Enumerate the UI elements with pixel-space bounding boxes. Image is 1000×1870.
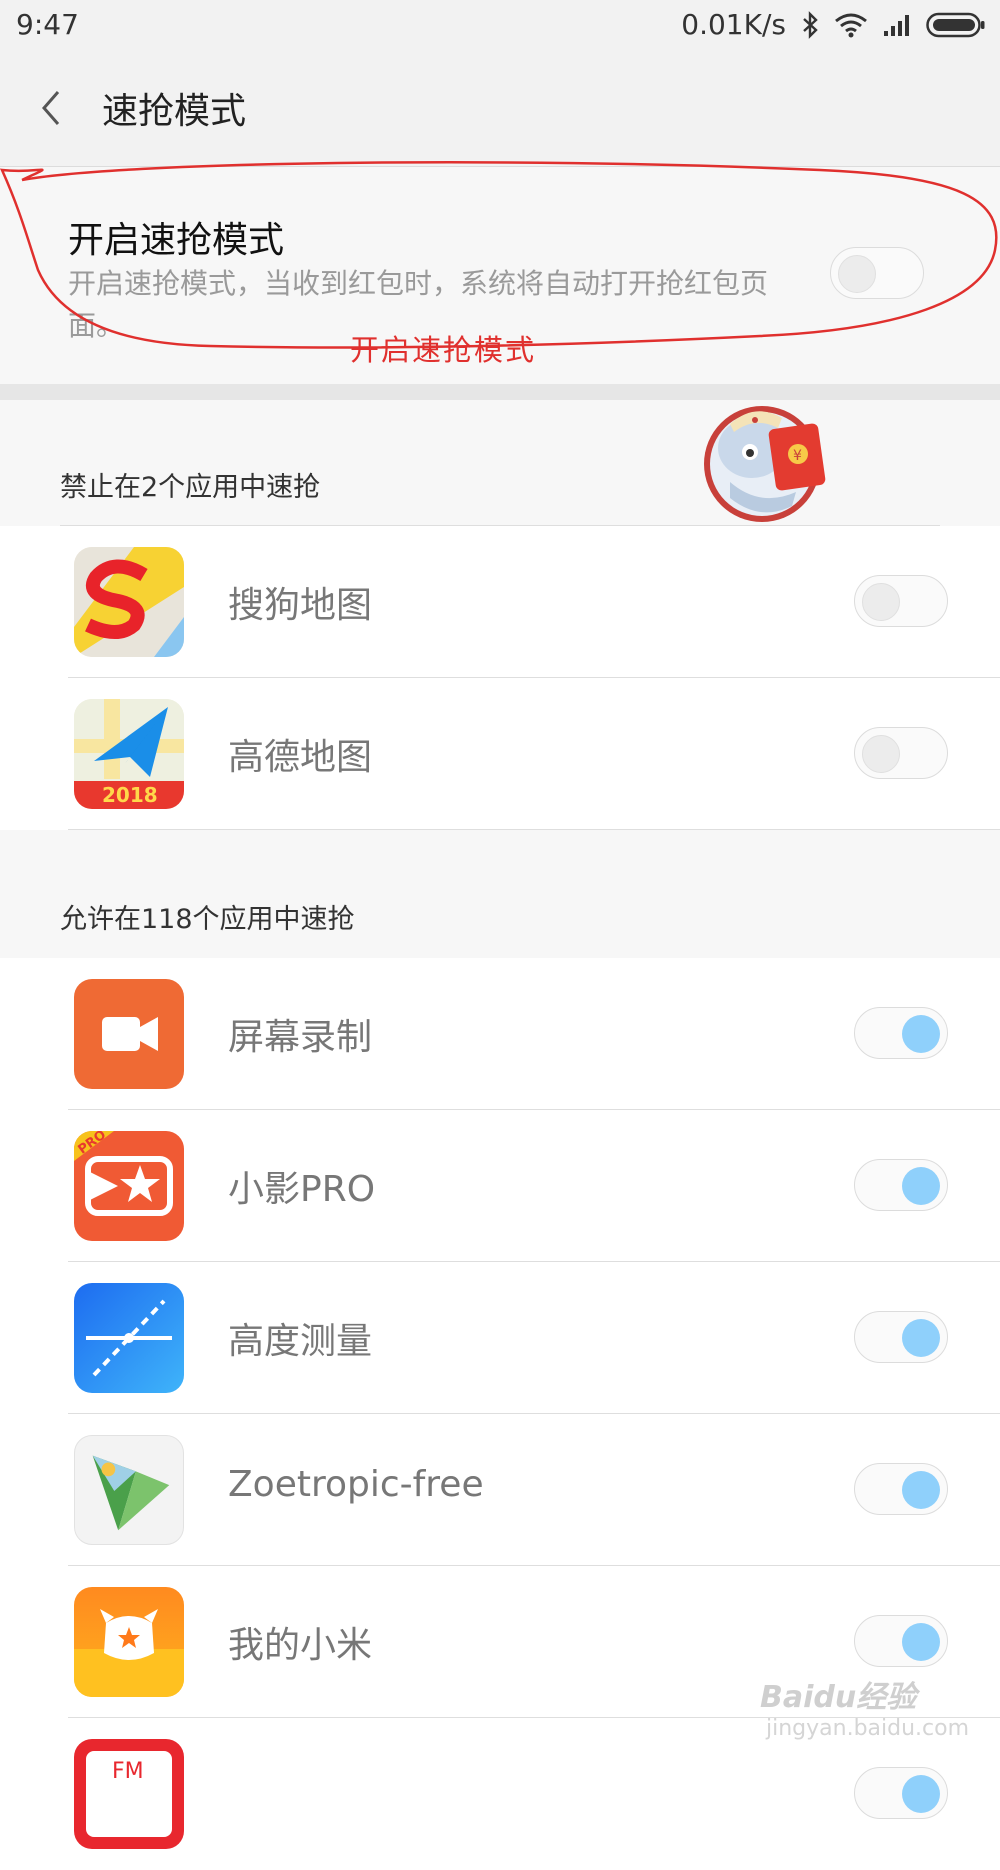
list-item[interactable]: 高度测量 — [0, 1262, 1000, 1414]
toggle-knob — [902, 1623, 940, 1661]
app-toggle-switch[interactable] — [854, 1615, 948, 1667]
app-name: 搜狗地图 — [228, 585, 373, 626]
section-separator — [0, 384, 1000, 400]
app-toggle-switch[interactable] — [854, 1159, 948, 1211]
toggle-knob — [902, 1471, 940, 1509]
amap-icon: 2018 — [74, 699, 184, 809]
blocked-app-list: 搜狗地图 2018 高德地图 — [0, 526, 1000, 830]
back-button[interactable] — [30, 86, 74, 130]
app-toggle-switch[interactable] — [854, 575, 948, 627]
app-toggle-switch[interactable] — [854, 1463, 948, 1515]
mascot-red-envelope-icon: ¥ — [704, 406, 826, 522]
annotation-text: 开启速抢模式 — [350, 333, 537, 367]
toggle-knob — [862, 583, 900, 621]
toggle-knob — [838, 255, 876, 293]
allowed-section-label: 允许在118个应用中速抢 — [60, 904, 355, 935]
master-toggle-switch[interactable] — [830, 247, 924, 299]
app-toggle-switch[interactable] — [854, 1767, 948, 1819]
app-name: 屏幕录制 — [228, 1017, 373, 1058]
allowed-section-header: 允许在118个应用中速抢 — [0, 830, 1000, 958]
toggle-knob — [902, 1167, 940, 1205]
app-bar: 速抢模式 — [0, 52, 1000, 167]
screen-record-icon — [74, 979, 184, 1089]
bluetooth-icon — [803, 10, 818, 39]
my-xiaomi-icon — [74, 1587, 184, 1697]
list-item[interactable]: Zoetropic-free — [0, 1414, 1000, 1566]
status-right: 0.01K/s — [681, 8, 986, 41]
sogou-map-icon — [74, 547, 184, 657]
app-name: 高德地图 — [228, 737, 373, 778]
app-toggle-switch[interactable] — [854, 727, 948, 779]
height-measure-icon — [74, 1283, 184, 1393]
app-toggle-switch[interactable] — [854, 1007, 948, 1059]
blocked-section-header: 禁止在2个应用中速抢 — [0, 400, 1000, 526]
app-name: Zoetropic-free — [228, 1464, 484, 1505]
app-name: 小影PRO — [228, 1169, 376, 1210]
master-toggle-title: 开启速抢模式 — [68, 220, 285, 261]
list-item[interactable]: 屏幕录制 — [0, 958, 1000, 1110]
xiaoying-pro-icon: PRO — [74, 1131, 184, 1241]
toggle-knob — [902, 1775, 940, 1813]
app-name: 我的小米 — [228, 1625, 373, 1666]
zoetropic-icon — [74, 1435, 184, 1545]
list-item[interactable]: PRO 小影PRO — [0, 1110, 1000, 1262]
baidu-watermark-url: jingyan.baidu.com — [766, 1716, 970, 1741]
signal-icon — [884, 14, 909, 36]
app-toggle-switch[interactable] — [854, 1311, 948, 1363]
icon-fm-label: FM — [112, 1759, 144, 1784]
baidu-watermark: Baidu经验 — [760, 1680, 917, 1715]
wifi-icon — [835, 13, 867, 37]
chevron-left-icon — [42, 91, 60, 125]
net-speed: 0.01K/s — [681, 8, 786, 41]
status-bar: 9:47 0.01K/s — [0, 0, 1000, 52]
toggle-knob — [902, 1015, 940, 1053]
fm-radio-icon: FM — [74, 1739, 184, 1849]
app-name: 高度测量 — [228, 1321, 373, 1362]
toggle-knob — [862, 735, 900, 773]
master-toggle-section[interactable]: 开启速抢模式 开启速抢模式，当收到红包时，系统将自动打开抢红包页面。 开启速抢模… — [0, 167, 1000, 384]
battery-icon — [926, 12, 985, 37]
status-time: 9:47 — [16, 8, 79, 41]
blocked-section-label: 禁止在2个应用中速抢 — [60, 472, 321, 503]
list-item[interactable]: 2018 高德地图 — [0, 678, 1000, 830]
page-title: 速抢模式 — [102, 91, 247, 132]
list-item[interactable]: 搜狗地图 — [0, 526, 1000, 678]
svg-text:¥: ¥ — [793, 448, 802, 464]
icon-year-label: 2018 — [102, 783, 158, 807]
toggle-knob — [902, 1319, 940, 1357]
